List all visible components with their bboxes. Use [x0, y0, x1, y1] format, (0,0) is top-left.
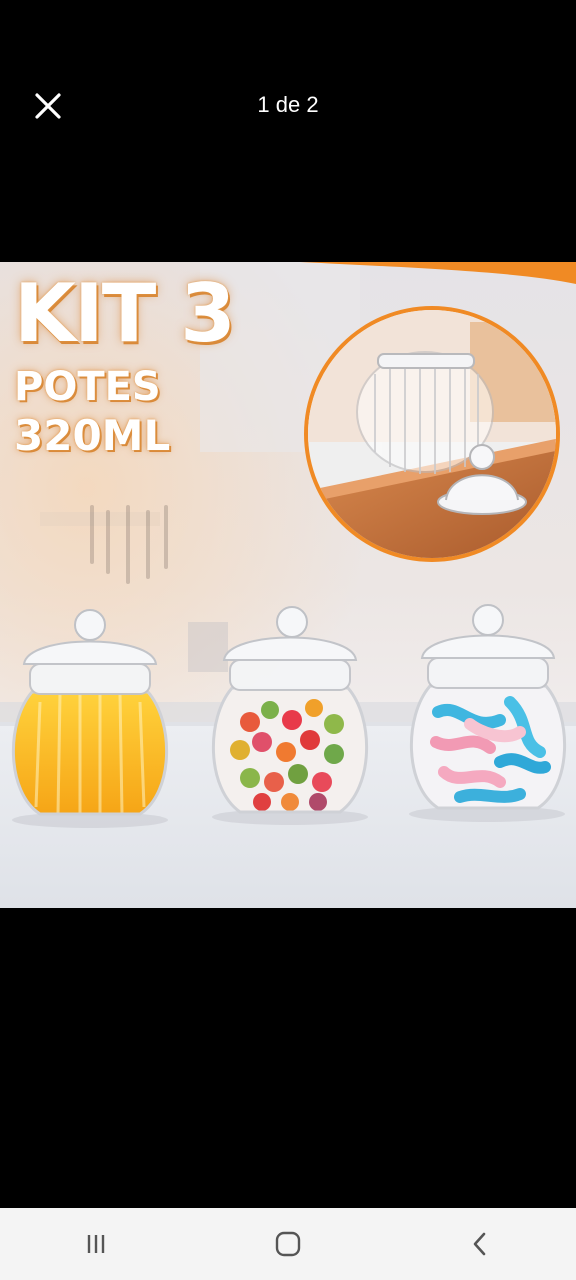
back-button[interactable]: [450, 1214, 510, 1274]
volume-label: 320ML: [14, 411, 171, 460]
back-icon: [473, 1232, 486, 1256]
recents-button[interactable]: [66, 1214, 126, 1274]
promo-title: KIT 3 POTES 320ML: [14, 267, 236, 460]
kit-label: KIT 3: [14, 267, 236, 360]
home-icon: [275, 1231, 301, 1257]
potes-label: POTES: [14, 364, 161, 410]
image-counter: 1 de 2: [257, 92, 319, 117]
image-viewer: 1 de 2 KIT 3 POTES 320ML: [0, 0, 576, 1280]
home-button[interactable]: [258, 1214, 318, 1274]
product-image[interactable]: KIT 3 POTES 320ML: [0, 262, 576, 908]
system-nav-bar: [0, 1208, 576, 1280]
recents-icon: [87, 1235, 105, 1253]
